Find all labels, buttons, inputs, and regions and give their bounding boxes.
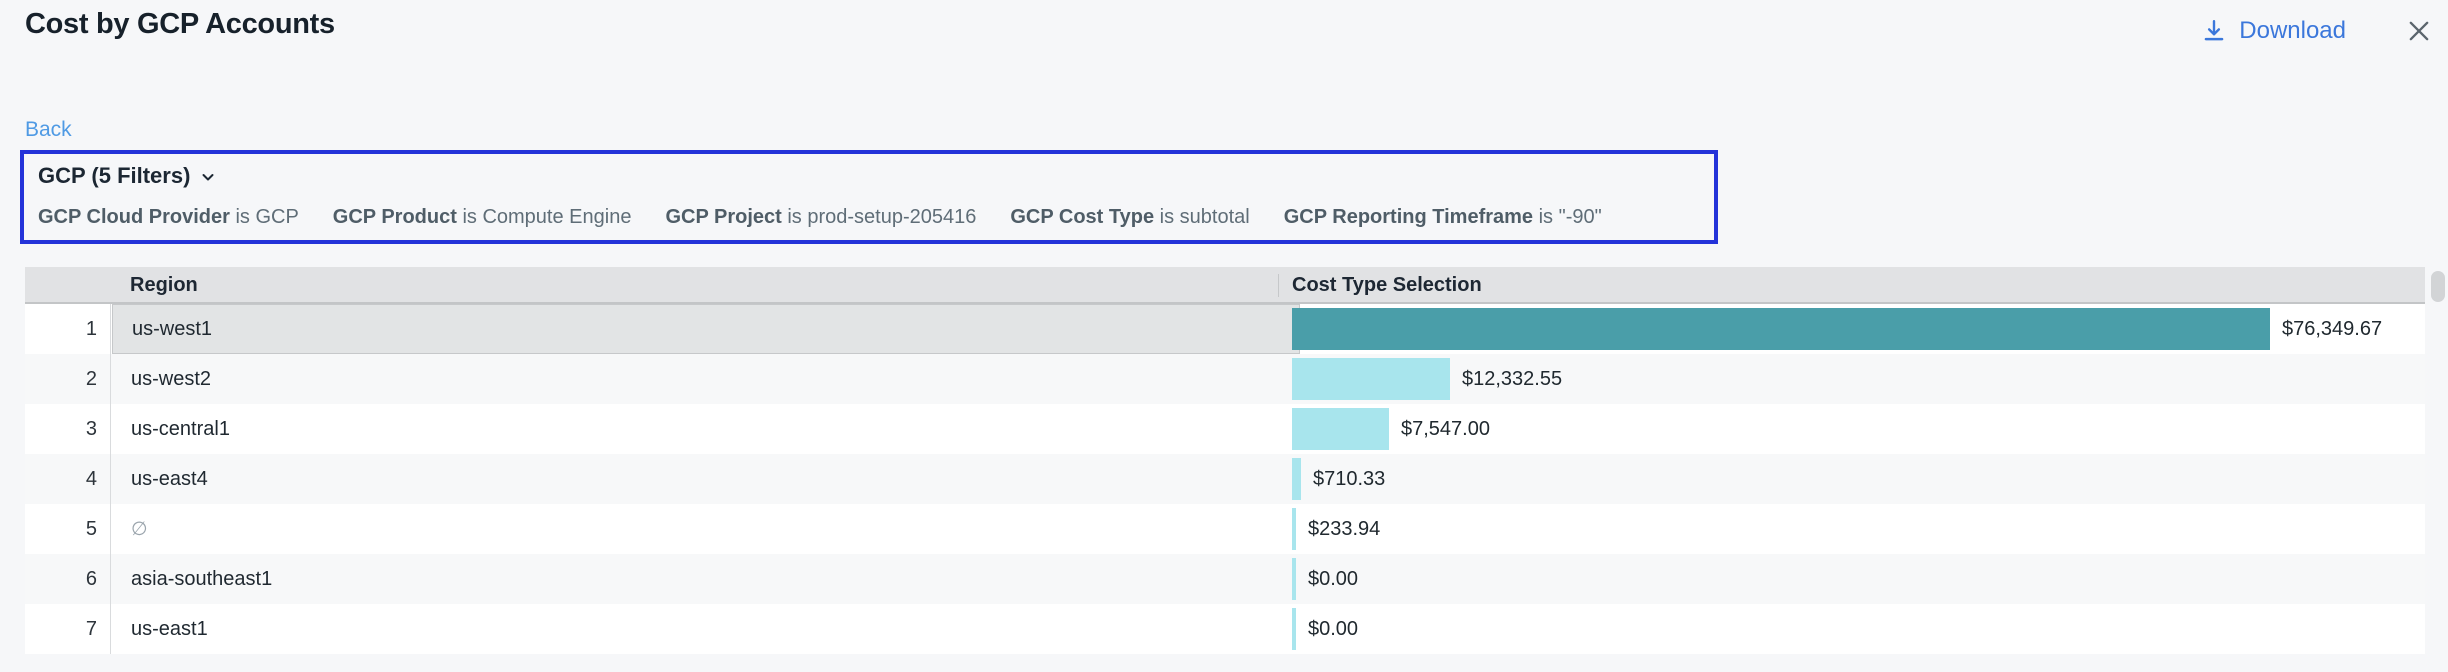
topbar-actions: Download	[2201, 14, 2436, 48]
bar-cell: $76,349.67	[1292, 304, 2425, 354]
table-row[interactable]: 3 us-central1 $7,547.00	[25, 404, 2425, 454]
row-index: 1	[25, 304, 111, 354]
region-cell[interactable]: us-east4	[112, 454, 1300, 504]
cost-value: $0.00	[1308, 618, 1358, 641]
filter-item: GCP Reporting Timeframe is "-90"	[1284, 206, 1602, 229]
bar-cell: $12,332.55	[1292, 354, 2425, 404]
row-index: 4	[25, 454, 111, 504]
row-index: 5	[25, 504, 111, 554]
bar-cell: $710.33	[1292, 454, 2425, 504]
cost-bar	[1292, 558, 1296, 600]
region-cell[interactable]: us-west1	[112, 304, 1300, 354]
cost-bar	[1292, 308, 2270, 350]
back-link[interactable]: Back	[25, 118, 72, 142]
region-cell[interactable]: us-west2	[112, 354, 1300, 404]
cost-value: $76,349.67	[2282, 318, 2382, 341]
cost-value: $12,332.55	[1462, 368, 1562, 391]
table-row[interactable]: 7 us-east1 $0.00	[25, 604, 2425, 654]
bar-cell: $233.94	[1292, 504, 2425, 554]
cost-table: Region Cost Type Selection 1 us-west1 $7…	[25, 267, 2425, 654]
column-divider	[1278, 274, 1279, 297]
filter-chip-row: GCP Cloud Provider is GCP GCP Product is…	[38, 206, 1602, 229]
row-index: 7	[25, 604, 111, 654]
filter-summary-toggle[interactable]: GCP (5 Filters)	[38, 163, 216, 189]
filter-group-box: GCP (5 Filters) GCP Cloud Provider is GC…	[20, 150, 1718, 244]
cost-value: $710.33	[1313, 468, 1385, 491]
scrollbar-thumb[interactable]	[2431, 271, 2445, 302]
filter-item: GCP Cost Type is subtotal	[1010, 206, 1249, 229]
page-title: Cost by GCP Accounts	[25, 8, 335, 41]
cost-value: $233.94	[1308, 518, 1380, 541]
bar-cell: $0.00	[1292, 554, 2425, 604]
row-index: 2	[25, 354, 111, 404]
cost-bar	[1292, 358, 1450, 400]
download-icon	[2201, 18, 2227, 44]
region-cell[interactable]: asia-southeast1	[112, 554, 1300, 604]
table-row[interactable]: 6 asia-southeast1 $0.00	[25, 554, 2425, 604]
row-index: 6	[25, 554, 111, 604]
column-header-region: Region	[130, 274, 198, 297]
table-row[interactable]: 4 us-east4 $710.33	[25, 454, 2425, 504]
filter-item: GCP Cloud Provider is GCP	[38, 206, 299, 229]
chevron-down-icon	[200, 169, 216, 185]
region-cell[interactable]: us-central1	[112, 404, 1300, 454]
cost-value: $0.00	[1308, 568, 1358, 591]
bar-cell: $0.00	[1292, 604, 2425, 654]
close-icon[interactable]	[2402, 14, 2436, 48]
cost-bar	[1292, 608, 1296, 650]
table-header: Region Cost Type Selection	[25, 267, 2425, 304]
cost-report-modal: Cost by GCP Accounts Download Back GCP (…	[0, 0, 2448, 672]
filter-item: GCP Project is prod-setup-205416	[665, 206, 976, 229]
table-row[interactable]: 2 us-west2 $12,332.55	[25, 354, 2425, 404]
download-button[interactable]: Download	[2201, 17, 2346, 45]
region-cell[interactable]: ∅	[112, 504, 1300, 554]
table-row[interactable]: 1 us-west1 $76,349.67	[25, 304, 2425, 354]
row-index: 3	[25, 404, 111, 454]
cost-bar	[1292, 408, 1389, 450]
region-cell[interactable]: us-east1	[112, 604, 1300, 654]
filter-summary-label: GCP (5 Filters)	[38, 163, 190, 189]
column-header-cost-type: Cost Type Selection	[1292, 274, 1482, 297]
cost-bar	[1292, 508, 1296, 550]
cost-bar	[1292, 458, 1301, 500]
download-label: Download	[2239, 17, 2346, 45]
filter-item: GCP Product is Compute Engine	[333, 206, 632, 229]
cost-value: $7,547.00	[1401, 418, 1490, 441]
bar-cell: $7,547.00	[1292, 404, 2425, 454]
table-row[interactable]: 5 ∅ $233.94	[25, 504, 2425, 554]
